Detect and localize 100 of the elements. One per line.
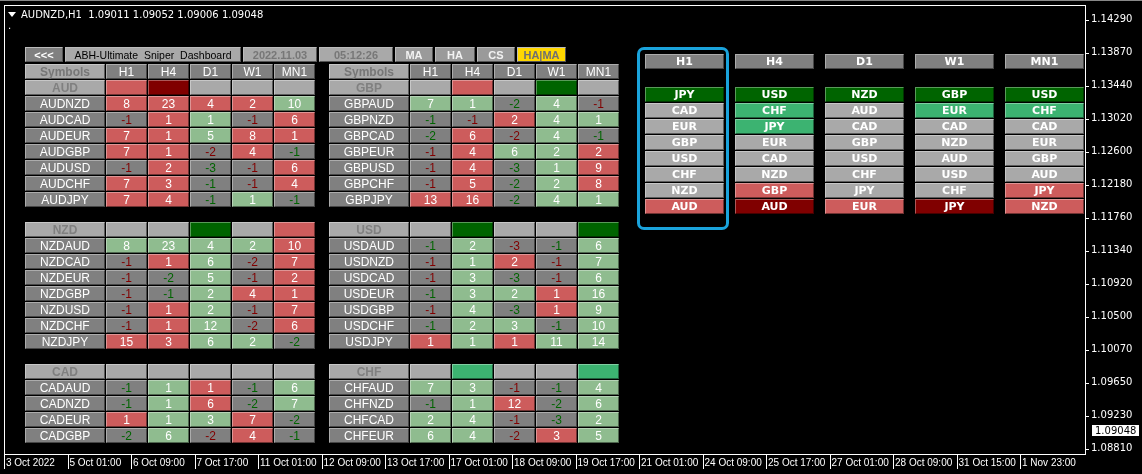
table-cell: 1 [274, 286, 315, 301]
table-cell: -2 [190, 144, 231, 159]
symbol-cell: CHFCAD [329, 412, 409, 427]
table-cell: 5 [452, 176, 493, 191]
table-cell: 1 [494, 334, 535, 349]
table-cell: 7 [410, 96, 451, 111]
table-cell: 6 [274, 160, 315, 175]
table-cell: -2 [232, 254, 273, 269]
table-cell: -1 [536, 380, 577, 395]
currency-rank-cell: JPY [735, 119, 814, 134]
table-cell: 1 [410, 334, 451, 349]
time-label: 7 Oct 17:00 [194, 455, 258, 469]
table-cell: -2 [536, 396, 577, 411]
mode-tab[interactable]: MA [395, 47, 433, 62]
table-cell: -1 [578, 96, 619, 111]
table-cell: -1 [190, 176, 231, 191]
currency-rank-cell: NZD [735, 167, 814, 182]
table-cell: 3 [148, 176, 189, 191]
price-label: 1.09230 [1091, 409, 1133, 420]
symbol-cell: GBPJPY [329, 192, 409, 207]
symbol-cell: GBPNZD [329, 112, 409, 127]
time-label: 12 Oct 09:00 [321, 455, 385, 469]
price-label: 1.13440 [1091, 79, 1133, 90]
symbol-cell: AUDCAD [25, 112, 105, 127]
currency-rank-cell: CAD [735, 151, 814, 166]
currency-rank-cell: EUR [735, 135, 814, 150]
table-cell: 8 [578, 176, 619, 191]
mode-tab[interactable]: HA|MA [517, 47, 566, 62]
table-cell: 11 [536, 334, 577, 349]
table-cell: 7 [106, 144, 147, 159]
symbol-cell: NZDUSD [25, 302, 105, 317]
table-cell: 3 [536, 428, 577, 443]
time-label: 31 Oct 15:00 [956, 455, 1020, 469]
table-cell: 2 [274, 270, 315, 285]
table-cell: 2 [148, 160, 189, 175]
symbol-cell: CHFEUR [329, 428, 409, 443]
table-cell: -1 [106, 396, 147, 411]
table-cell: -2 [494, 428, 535, 443]
table-cell: 4 [578, 380, 619, 395]
table-cell: -3 [494, 302, 535, 317]
symbol-cell: GBPUSD [329, 160, 409, 175]
table-cell: -3 [494, 270, 535, 285]
symbol-cell: AUDEUR [25, 128, 105, 143]
table-cell: 4 [190, 96, 231, 111]
symbol-cell: USDEUR [329, 286, 409, 301]
table-cell: -2 [190, 428, 231, 443]
currency-rank-cell: CHF [1005, 103, 1084, 118]
currency-rank-cell: USD [825, 151, 904, 166]
currency-rank-cell: CAD [1005, 119, 1084, 134]
dropdown-icon[interactable] [8, 11, 16, 17]
table-cell: 1 [148, 254, 189, 269]
currency-rank-cell: USD [645, 151, 724, 166]
table-cell: -1 [494, 412, 535, 427]
currency-rank-cell: NZD [1005, 199, 1084, 214]
table-cell: -1 [106, 270, 147, 285]
table-cell: 6 [578, 396, 619, 411]
table-cell: 7 [106, 128, 147, 143]
table-cell: 2 [494, 286, 535, 301]
column-header: H1 [106, 64, 147, 79]
currency-rank-cell: AUD [825, 103, 904, 118]
currency-rank-cell: CHF [825, 167, 904, 182]
table-cell: -1 [274, 428, 315, 443]
table-cell: 1 [148, 412, 189, 427]
table-cell: 2 [578, 412, 619, 427]
table-cell: 2 [494, 112, 535, 127]
table-cell: 3 [452, 286, 493, 301]
table-cell: 6 [274, 380, 315, 395]
table-cell: -1 [536, 238, 577, 253]
table-cell: 3 [452, 380, 493, 395]
table-cell: 5 [578, 428, 619, 443]
mode-tab[interactable]: HA [435, 47, 475, 62]
currency-rank-cell: USD [735, 87, 814, 102]
column-header: H1 [410, 64, 451, 79]
column-header: W1 [536, 64, 577, 79]
table-cell: 2 [536, 144, 577, 159]
table-cell: 4 [536, 112, 577, 127]
mode-tab[interactable]: CS [477, 47, 515, 62]
table-cell: 6 [274, 112, 315, 127]
back-button[interactable]: <<< [25, 47, 63, 62]
table-cell: 10 [274, 96, 315, 111]
table-cell: 16 [578, 286, 619, 301]
symbol-cell: GBPCAD [329, 128, 409, 143]
table-cell: 1 [232, 192, 273, 207]
table-cell: -1 [410, 302, 451, 317]
table-cell: -1 [536, 270, 577, 285]
symbol-cell: NZDCAD [25, 254, 105, 269]
table-cell: 4 [452, 428, 493, 443]
table-cell: 1 [190, 112, 231, 127]
table-cell: 6 [190, 396, 231, 411]
currency-rank-cell: GBP [825, 135, 904, 150]
currency-rank-cell: AUD [915, 151, 994, 166]
table-cell: 1 [148, 318, 189, 333]
table-cell: -1 [410, 318, 451, 333]
table-cell: 23 [148, 96, 189, 111]
symbol-cell: NZDGBP [25, 286, 105, 301]
table-cell: -1 [232, 112, 273, 127]
time-label: 13 Oct 17:00 [385, 455, 449, 469]
time-label: 18 Oct 09:00 [512, 455, 576, 469]
symbol-cell: NZDEUR [25, 270, 105, 285]
symbol-cell: USDCAD [329, 270, 409, 285]
